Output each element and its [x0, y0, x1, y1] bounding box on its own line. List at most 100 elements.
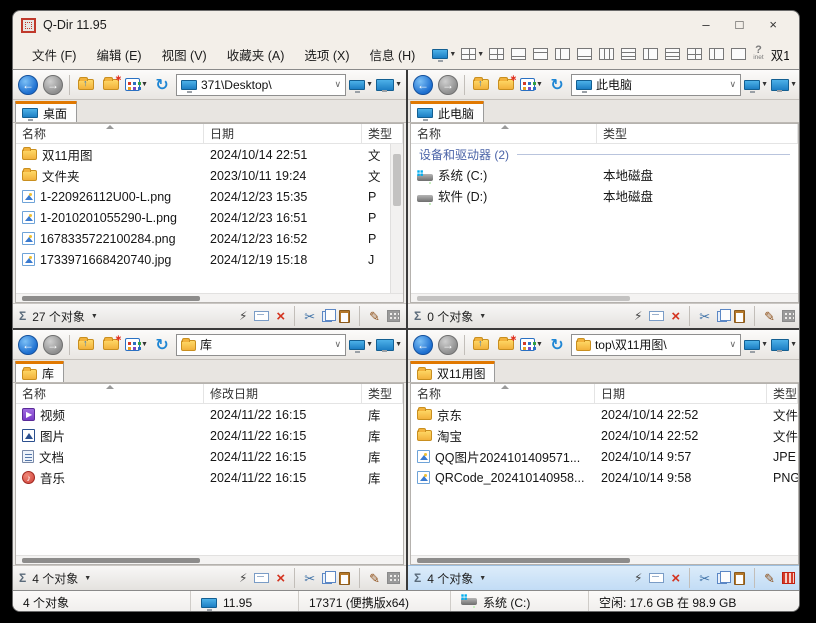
pane-target-button-2[interactable]: ▼: [771, 333, 797, 357]
file-row[interactable]: 文件夹 2023/10/11 19:24 文: [16, 165, 403, 186]
back-button[interactable]: ←: [17, 333, 39, 357]
actions-icon[interactable]: ⚡: [634, 572, 642, 585]
up-button[interactable]: ↑: [470, 333, 492, 357]
library-row[interactable]: 音乐 2024/11/22 16:15 库: [16, 467, 403, 488]
new-folder-button[interactable]: ∗: [100, 333, 122, 357]
layout-icon[interactable]: [555, 48, 570, 60]
tab-desktop[interactable]: 桌面: [15, 101, 77, 122]
scrollbar-thumb[interactable]: [393, 154, 401, 206]
forward-button[interactable]: →: [42, 333, 64, 357]
cut-icon[interactable]: ✂: [304, 310, 315, 323]
file-row[interactable]: 京东 2024/10/14 22:52 文件: [411, 404, 798, 425]
delete-icon[interactable]: ×: [671, 572, 680, 585]
scrollbar-thumb[interactable]: [417, 296, 630, 301]
delete-icon[interactable]: ×: [276, 310, 285, 323]
refresh-button[interactable]: ↻: [546, 73, 568, 97]
select-pane-icon-active[interactable]: [782, 572, 795, 584]
address-combobox[interactable]: 库 ∨: [176, 334, 346, 356]
forward-button[interactable]: →: [437, 333, 459, 357]
menu-item[interactable]: 视图 (V): [153, 41, 216, 68]
file-row[interactable]: QRCode_202410140958... 2024/10/14 9:58 P…: [411, 467, 798, 488]
layout-icon[interactable]: [599, 48, 614, 60]
tab-shuang11[interactable]: 双11用图: [410, 361, 495, 382]
column-type[interactable]: 类型: [597, 124, 798, 143]
scrollbar-thumb[interactable]: [22, 296, 200, 301]
maximize-button[interactable]: □: [736, 11, 744, 39]
menu-item[interactable]: 信息 (H): [361, 41, 425, 68]
minimize-button[interactable]: –: [702, 11, 709, 39]
horizontal-scrollbar[interactable]: [16, 555, 403, 564]
computer-menu-button[interactable]: ▼: [432, 42, 456, 66]
object-count-dropdown[interactable]: 27 个对象▼: [32, 308, 98, 325]
horizontal-scrollbar[interactable]: [16, 293, 403, 302]
rename-icon[interactable]: [254, 311, 269, 321]
tab-this-pc[interactable]: 此电脑: [410, 101, 484, 122]
group-header[interactable]: 设备和驱动器 (2): [411, 144, 798, 164]
column-type[interactable]: 类型: [767, 384, 798, 403]
column-type[interactable]: 类型: [362, 384, 403, 403]
favorite-shortcut-label[interactable]: 双11用: [771, 45, 789, 64]
layout-icon[interactable]: [511, 48, 526, 60]
refresh-button[interactable]: ↻: [151, 333, 173, 357]
close-button[interactable]: ×: [769, 11, 777, 39]
scrollbar-thumb[interactable]: [417, 558, 630, 563]
edit-icon[interactable]: ✎: [764, 572, 775, 585]
column-type[interactable]: 类型: [362, 124, 403, 143]
column-date[interactable]: 修改日期: [204, 384, 362, 403]
select-pane-icon[interactable]: [782, 310, 795, 322]
cut-icon[interactable]: ✂: [699, 572, 710, 585]
layout-icon[interactable]: [731, 48, 746, 60]
tab-libraries[interactable]: 库: [15, 361, 64, 382]
up-button[interactable]: ↑: [470, 73, 492, 97]
copy-icon[interactable]: [322, 311, 332, 322]
file-row[interactable]: 1733971668420740.jpg 2024/12/19 15:18 J: [16, 249, 403, 270]
copy-icon[interactable]: [717, 573, 727, 584]
back-button[interactable]: ←: [412, 73, 434, 97]
horizontal-scrollbar[interactable]: [411, 293, 798, 302]
object-count-dropdown[interactable]: 4 个对象▼: [32, 570, 91, 587]
layout-icon[interactable]: [709, 48, 724, 60]
address-combobox[interactable]: top\双11用图\ ∨: [571, 334, 741, 356]
copy-icon[interactable]: [717, 311, 727, 322]
address-combobox[interactable]: 此电脑 ∨: [571, 74, 741, 96]
pane-target-button-2[interactable]: ▼: [771, 73, 797, 97]
menu-item[interactable]: 收藏夹 (A): [218, 41, 294, 68]
view-mode-button[interactable]: ▼: [125, 333, 148, 357]
file-row[interactable]: 淘宝 2024/10/14 22:52 文件: [411, 425, 798, 446]
refresh-button[interactable]: ↻: [546, 333, 568, 357]
delete-icon[interactable]: ×: [276, 572, 285, 585]
view-mode-button[interactable]: ▼: [520, 333, 543, 357]
view-mode-button[interactable]: ▼: [520, 73, 543, 97]
layout-icon[interactable]: [533, 48, 548, 60]
menu-item[interactable]: 编辑 (E): [87, 41, 150, 68]
layout-icon[interactable]: [665, 48, 680, 60]
library-row[interactable]: 图片 2024/11/22 16:15 库: [16, 425, 403, 446]
vertical-scrollbar[interactable]: [390, 144, 403, 293]
refresh-button[interactable]: ↻: [151, 73, 173, 97]
layout-icon[interactable]: [577, 48, 592, 60]
back-button[interactable]: ←: [412, 333, 434, 357]
forward-button[interactable]: →: [42, 73, 64, 97]
actions-icon[interactable]: ⚡: [634, 310, 642, 323]
layout-icon[interactable]: [687, 48, 702, 60]
rename-icon[interactable]: [649, 311, 664, 321]
paste-icon[interactable]: [734, 310, 745, 323]
file-row[interactable]: 1678335722100284.png 2024/12/23 16:52 P: [16, 228, 403, 249]
actions-icon[interactable]: ⚡: [239, 572, 247, 585]
pane-target-button[interactable]: ▼: [744, 333, 768, 357]
layout-icon[interactable]: [621, 48, 636, 60]
up-button[interactable]: ↑: [75, 73, 97, 97]
pane-target-button-2[interactable]: ▼: [376, 73, 402, 97]
paste-icon[interactable]: [339, 572, 350, 585]
scrollbar-thumb[interactable]: [22, 558, 200, 563]
inet-help-icon[interactable]: ? inet: [753, 47, 763, 61]
back-button[interactable]: ←: [17, 73, 39, 97]
library-row[interactable]: 视频 2024/11/22 16:15 库: [16, 404, 403, 425]
select-pane-icon[interactable]: [387, 310, 400, 322]
object-count-dropdown[interactable]: 4 个对象▼: [427, 570, 486, 587]
layout-quad-dropdown-button[interactable]: ▼: [461, 42, 484, 66]
menu-item[interactable]: 文件 (F): [23, 41, 85, 68]
actions-icon[interactable]: ⚡: [239, 310, 247, 323]
file-row[interactable]: 1-220926112U00-L.png 2024/12/23 15:35 P: [16, 186, 403, 207]
library-row[interactable]: 文档 2024/11/22 16:15 库: [16, 446, 403, 467]
